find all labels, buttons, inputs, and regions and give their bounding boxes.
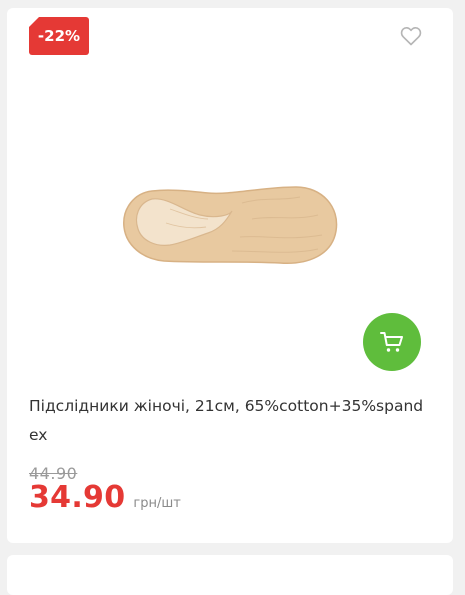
current-price: 34.90 — [29, 480, 126, 515]
price-row: 34.90 грн/шт — [29, 480, 181, 515]
product-title[interactable]: Підслідники жіночі, 21см, 65%cotton+35%s… — [29, 392, 429, 450]
product-card[interactable] — [7, 8, 453, 543]
heart-icon[interactable] — [399, 24, 423, 48]
discount-badge: -22% — [29, 17, 89, 55]
shopping-cart-icon — [380, 332, 403, 352]
next-product-card — [7, 555, 453, 595]
product-image[interactable] — [112, 175, 352, 275]
add-to-cart-button[interactable] — [363, 313, 421, 371]
price-unit: грн/шт — [133, 496, 181, 511]
